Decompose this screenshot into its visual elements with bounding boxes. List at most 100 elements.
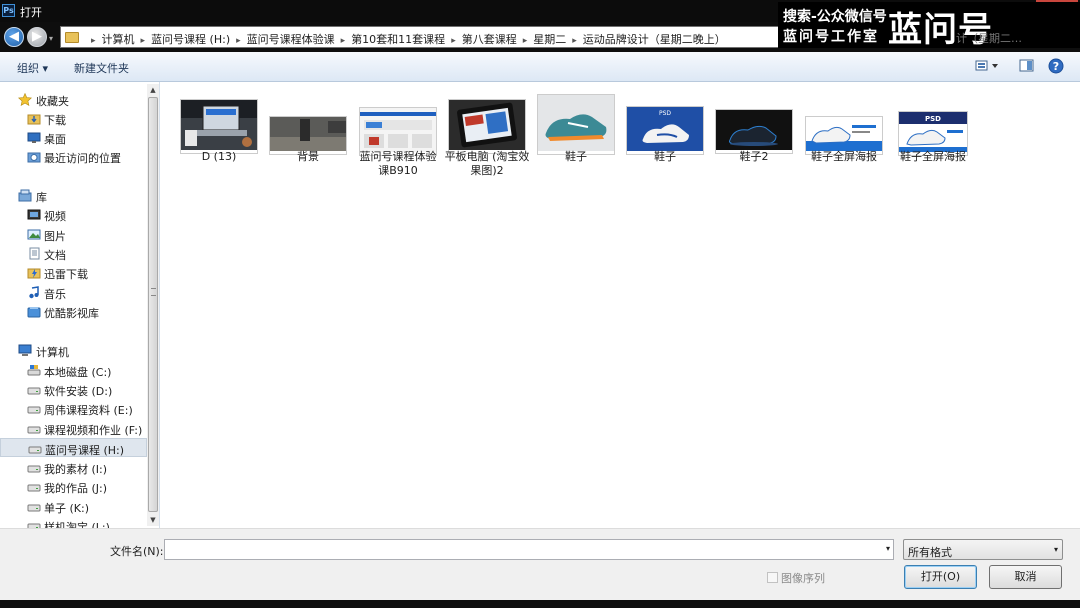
sidebar-item-label: 我的素材 (I:) (44, 463, 108, 476)
address-overflow-text: 计（星期二… (956, 32, 1022, 45)
folder-icon (65, 32, 79, 43)
drive-icon (27, 480, 41, 492)
desktop-icon (27, 131, 41, 143)
music-library-icon (27, 286, 40, 299)
sidebar-item[interactable]: 蓝问号课程 (H:) (0, 438, 147, 457)
breadcrumb-separator-icon[interactable]: ▸ (236, 36, 241, 46)
breadcrumb-item[interactable]: 星期二 (533, 31, 566, 47)
breadcrumb-item[interactable]: 运动品牌设计（星期二晚上） (583, 31, 726, 47)
file-name: 鞋子全屏海报 (811, 150, 877, 163)
sidebar-item-label: 收藏夹 (36, 95, 69, 108)
organize-button[interactable]: 组织 ▾ (17, 60, 48, 76)
filename-label: 文件名(N): (110, 545, 164, 558)
sidebar-item[interactable]: 文档 (0, 244, 147, 263)
photoshop-icon: Ps (2, 4, 15, 17)
breadcrumb-separator-icon[interactable]: ▸ (341, 36, 346, 46)
breadcrumb-item[interactable]: 蓝问号课程体验课 (247, 31, 335, 47)
sidebar-item[interactable]: 收藏夹 (0, 90, 147, 109)
breadcrumb-separator-icon[interactable]: ▸ (91, 36, 96, 46)
image-sequence-label: 图像序列 (781, 572, 825, 585)
sidebar-item-label: 蓝问号课程 (H:) (45, 444, 125, 457)
scroll-down-arrow-icon[interactable]: ▼ (147, 514, 159, 526)
psd-thumb-text: PSD (659, 110, 671, 117)
open-button[interactable]: 打开(O) (904, 565, 977, 589)
window-title: 打开 (20, 6, 42, 19)
breadcrumb-item[interactable]: 第八套课程 (462, 31, 517, 47)
pictures-library-icon (27, 228, 41, 240)
download-folder-icon (27, 112, 41, 125)
sidebar-item[interactable]: 视频 (0, 205, 147, 224)
sidebar-item-label: 桌面 (44, 133, 66, 146)
breadcrumb-item[interactable]: 计算机 (102, 31, 135, 47)
sidebar-item[interactable]: 课程视频和作业 (F:) (0, 419, 147, 438)
sidebar-item[interactable]: 样机淘宝 (L:) (0, 516, 147, 528)
drive-icon (27, 402, 41, 414)
sidebar-item[interactable]: 库 (0, 186, 147, 205)
breadcrumb-separator-icon[interactable]: ▸ (572, 36, 577, 46)
sidebar-item-label: 图片 (44, 230, 66, 243)
watermark-line-1: 搜索-公众微信号 (783, 9, 887, 25)
sidebar-item[interactable]: 我的素材 (I:) (0, 458, 147, 477)
sidebar-item-label: 优酷影视库 (44, 307, 99, 320)
breadcrumb: ▸ 计算机 ▸ 蓝问号课程 (H:) ▸ 蓝问号课程体验课 ▸ 第10套和11套课程 ▸ 第八套课… (85, 31, 726, 47)
computer-icon (18, 344, 32, 356)
sidebar-item[interactable]: 优酷影视库 (0, 302, 147, 321)
drive-icon (27, 500, 41, 512)
navigation-pane-scrollbar[interactable]: ▲ ▼ (147, 84, 159, 526)
drive-icon (28, 442, 42, 454)
sidebar-item-label: 音乐 (44, 288, 66, 301)
preview-pane-icon[interactable] (1019, 59, 1035, 76)
sidebar-item[interactable]: 桌面 (0, 128, 147, 147)
sidebar-item[interactable]: 下载 (0, 109, 147, 128)
sidebar-item[interactable]: 周伟课程资料 (E:) (0, 399, 147, 418)
view-options-icon[interactable] (975, 59, 1001, 76)
sidebar-item[interactable]: 图片 (0, 225, 147, 244)
sidebar-item-label: 计算机 (36, 346, 69, 359)
file-type-select[interactable]: 所有格式 ▾ (903, 539, 1063, 560)
thunder-download-icon (27, 266, 41, 279)
file-thumbnail (537, 94, 615, 155)
sidebar-item-label: 单子 (K:) (44, 502, 89, 515)
sidebar-item[interactable]: 最近访问的位置 (0, 147, 147, 166)
sidebar-item-label: 下载 (44, 114, 66, 127)
sidebar-item-label: 软件安装 (D:) (44, 385, 113, 398)
sidebar-item[interactable]: 计算机 (0, 341, 147, 360)
sidebar-item[interactable]: 我的作品 (J:) (0, 477, 147, 496)
chevron-down-icon[interactable]: ▾ (886, 544, 890, 553)
sidebar-item[interactable]: 本地磁盘 (C:) (0, 361, 147, 380)
recent-places-icon (27, 150, 41, 163)
help-icon[interactable]: ? (1048, 58, 1064, 77)
drive-icon (27, 383, 41, 395)
image-sequence-checkbox[interactable] (767, 572, 778, 583)
sidebar-item[interactable]: 迅雷下载 (0, 263, 147, 282)
recent-pages-dropdown-icon[interactable]: ▾ (49, 34, 53, 43)
scroll-up-arrow-icon[interactable]: ▲ (147, 84, 159, 96)
sidebar-item[interactable]: 单子 (K:) (0, 497, 147, 516)
watermark: 搜索-公众微信号 蓝问号工作室 蓝问号 计（星期二… (778, 2, 1080, 50)
breadcrumb-separator-icon[interactable]: ▸ (523, 36, 528, 46)
sidebar-item-label: 课程视频和作业 (F:) (44, 424, 143, 437)
file-name: 鞋子2 (739, 150, 769, 163)
breadcrumb-separator-icon[interactable]: ▸ (451, 36, 456, 46)
dialog-footer: 文件名(N): ▾ 所有格式 ▾ 图像序列 打开(O) 取消 (0, 528, 1080, 608)
new-folder-button[interactable]: 新建文件夹 (74, 60, 129, 76)
filename-input[interactable]: ▾ (164, 539, 894, 560)
breadcrumb-item[interactable]: 第10套和11套课程 (351, 31, 445, 47)
back-button[interactable]: ◀ (4, 27, 24, 47)
sidebar-item-label: 文档 (44, 249, 66, 262)
drive-icon (27, 422, 41, 434)
scrollbar-thumb[interactable] (148, 97, 158, 512)
sidebar-item[interactable]: 音乐 (0, 283, 147, 302)
sidebar-item-label: 库 (36, 191, 47, 204)
star-icon (17, 92, 33, 107)
forward-button[interactable]: ▶ (27, 27, 47, 47)
sidebar-item-label: 迅雷下载 (44, 268, 88, 281)
file-thumbnail (180, 99, 258, 154)
psd-thumb-text: PSD (925, 115, 941, 123)
breadcrumb-separator-icon[interactable]: ▸ (141, 36, 146, 46)
sidebar-item[interactable]: 软件安装 (D:) (0, 380, 147, 399)
watermark-line-2: 蓝问号工作室 (783, 29, 879, 45)
cancel-button[interactable]: 取消 (989, 565, 1062, 589)
breadcrumb-item[interactable]: 蓝问号课程 (H:) (151, 31, 230, 47)
file-name: 背景 (297, 150, 319, 163)
